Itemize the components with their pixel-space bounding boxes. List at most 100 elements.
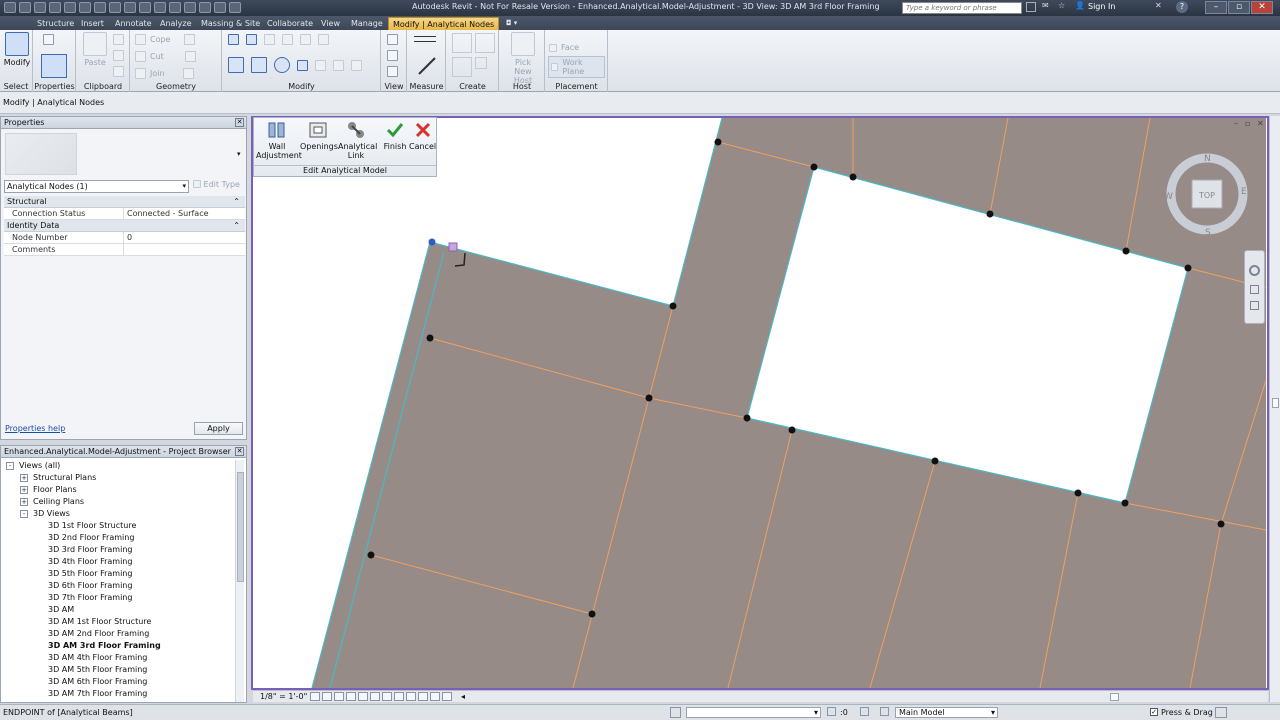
design-options-icon[interactable]	[860, 707, 869, 716]
expand-icon[interactable]: +	[20, 474, 28, 482]
help-icon[interactable]: ?	[1176, 1, 1188, 13]
workset-dropdown[interactable]: ▾	[686, 707, 821, 718]
delete-icon[interactable]	[351, 59, 362, 71]
analytical-node[interactable]	[1184, 264, 1192, 272]
visual-style-icon[interactable]	[322, 692, 332, 701]
browser-item[interactable]: 3D AM	[3, 604, 235, 616]
face-placement-option[interactable]: Face	[561, 43, 579, 52]
browser-item[interactable]: 3D AM 3rd Floor Framing	[3, 640, 235, 652]
paint-icon[interactable]	[182, 68, 194, 79]
analytical-node[interactable]	[367, 551, 375, 559]
analytical-node[interactable]	[810, 163, 818, 171]
geometry-tool-icon[interactable]	[184, 34, 196, 45]
customize-qat-icon[interactable]	[229, 2, 241, 13]
type-preview-dropdown-icon[interactable]: ▾	[237, 150, 241, 158]
highlight-displacement-icon[interactable]	[442, 692, 452, 701]
tab-manage[interactable]: Manage	[347, 17, 387, 30]
tab-annotate[interactable]: Annotate	[111, 17, 156, 30]
split-face-icon[interactable]	[184, 51, 196, 62]
shadows-icon[interactable]	[346, 692, 356, 701]
openings-button[interactable]: Openings	[300, 120, 338, 151]
3d-view-canvas[interactable]	[253, 118, 1267, 688]
pan-icon[interactable]	[1250, 301, 1259, 310]
browser-item[interactable]: - Views (all)	[3, 460, 235, 472]
analytical-node[interactable]	[426, 334, 434, 342]
create-group-icon[interactable]	[452, 57, 472, 77]
trim-extend-icon[interactable]	[297, 59, 308, 71]
filter-icon[interactable]	[1215, 707, 1227, 718]
rotate-icon[interactable]	[274, 57, 290, 73]
search-input[interactable]: Type a keyword or phrase	[902, 2, 1022, 14]
property-value[interactable]	[124, 244, 245, 255]
exclude-options-icon[interactable]	[880, 707, 889, 716]
browser-item[interactable]: + Ceiling Plans	[3, 496, 235, 508]
join-label[interactable]: Join	[150, 69, 165, 78]
browser-item[interactable]: 3D AM 6th Floor Framing	[3, 676, 235, 688]
expand-icon[interactable]: +	[20, 498, 28, 506]
browser-item[interactable]: 3D AM 2nd Floor Framing	[3, 628, 235, 640]
analytical-node[interactable]	[588, 610, 596, 618]
tab-insert[interactable]: Insert	[77, 17, 108, 30]
work-plane-placement-option[interactable]: Work Plane	[562, 58, 602, 76]
browser-item[interactable]: + Structural Plans	[3, 472, 235, 484]
crop-view-icon[interactable]	[370, 692, 380, 701]
analytical-node[interactable]	[669, 302, 677, 310]
browser-item[interactable]: 3D 2nd Floor Framing	[3, 532, 235, 544]
analytical-node[interactable]	[1121, 499, 1129, 507]
override-graphics-icon[interactable]	[387, 50, 398, 61]
aligned-dimension-icon[interactable]	[417, 56, 437, 76]
analytical-model-icon[interactable]	[430, 692, 440, 701]
worksets-icon[interactable]	[670, 707, 681, 718]
apply-button[interactable]: Apply	[194, 422, 243, 435]
view-close-icon[interactable]: ✕	[1257, 119, 1264, 128]
browser-item[interactable]: 3D 1st Floor Structure	[3, 520, 235, 532]
array-icon[interactable]	[315, 59, 326, 71]
binoculars-icon[interactable]	[1026, 2, 1036, 12]
cancel-button[interactable]: Cancel	[409, 120, 436, 151]
close-hidden-icon[interactable]	[199, 2, 211, 13]
work-plane-icon[interactable]	[551, 63, 559, 71]
editable-only-icon[interactable]	[827, 707, 836, 716]
cope-label[interactable]: Cope	[150, 35, 170, 44]
wall-adjustment-button[interactable]: Wall Adjustment	[256, 120, 302, 160]
tab-view[interactable]: View	[317, 17, 344, 30]
design-option-dropdown[interactable]: Main Model ▾	[895, 707, 998, 718]
user-icon[interactable]: 👤	[1075, 1, 1085, 10]
communication-icon[interactable]: ☆	[1058, 1, 1065, 10]
analytical-node[interactable]	[1122, 247, 1130, 255]
analytical-node[interactable]	[849, 173, 857, 181]
analytical-node[interactable]	[714, 138, 722, 146]
3d-view-icon[interactable]	[154, 2, 166, 13]
section-icon[interactable]	[169, 2, 181, 13]
browser-item[interactable]: 3D AM 1st Floor Structure	[3, 616, 235, 628]
cut-clipboard-icon[interactable]	[113, 34, 124, 45]
cut-label[interactable]: Cut	[150, 52, 164, 61]
view-minimize-icon[interactable]: –	[1234, 119, 1238, 128]
tab-modify-analytical-nodes[interactable]: Modify | Analytical Nodes	[388, 17, 500, 30]
sync-icon[interactable]	[49, 2, 61, 13]
undo-icon[interactable]	[64, 2, 76, 13]
temporary-hide-icon[interactable]	[406, 692, 416, 701]
tab-analyze[interactable]: Analyze	[156, 17, 196, 30]
view-vertical-scrollbar[interactable]	[1269, 116, 1280, 702]
viewcube[interactable]: TOP N S E W	[1163, 150, 1251, 238]
view-window[interactable]	[251, 116, 1269, 690]
reveal-hidden-icon[interactable]	[418, 692, 428, 701]
select-panel-label[interactable]: Select	[0, 82, 32, 91]
type-selector-dropdown[interactable]: Analytical Nodes (1) ▾	[4, 180, 189, 193]
browser-item[interactable]: 3D 5th Floor Framing	[3, 568, 235, 580]
analytical-link-button[interactable]: Analytical Link	[338, 120, 377, 160]
tab-massing-site[interactable]: Massing & Site	[197, 17, 264, 30]
group-identity-data[interactable]: Identity Data ⌃	[4, 220, 245, 232]
browser-item[interactable]: 3D AM 7th Floor Framing	[3, 688, 235, 700]
mirror-axis-icon[interactable]	[264, 34, 275, 45]
sign-in-link[interactable]: Sign In	[1088, 2, 1115, 11]
copy-clipboard-icon[interactable]	[113, 50, 124, 61]
properties-close-icon[interactable]: ✕	[235, 118, 244, 127]
analytical-node[interactable]	[986, 210, 994, 218]
view-scale[interactable]: 1/8" = 1'-0"	[260, 691, 307, 702]
rendering-icon[interactable]	[358, 692, 368, 701]
collapse-icon[interactable]: ⌃	[233, 196, 240, 208]
pin-icon[interactable]	[318, 34, 329, 45]
paste-button[interactable]: Paste	[82, 32, 108, 67]
